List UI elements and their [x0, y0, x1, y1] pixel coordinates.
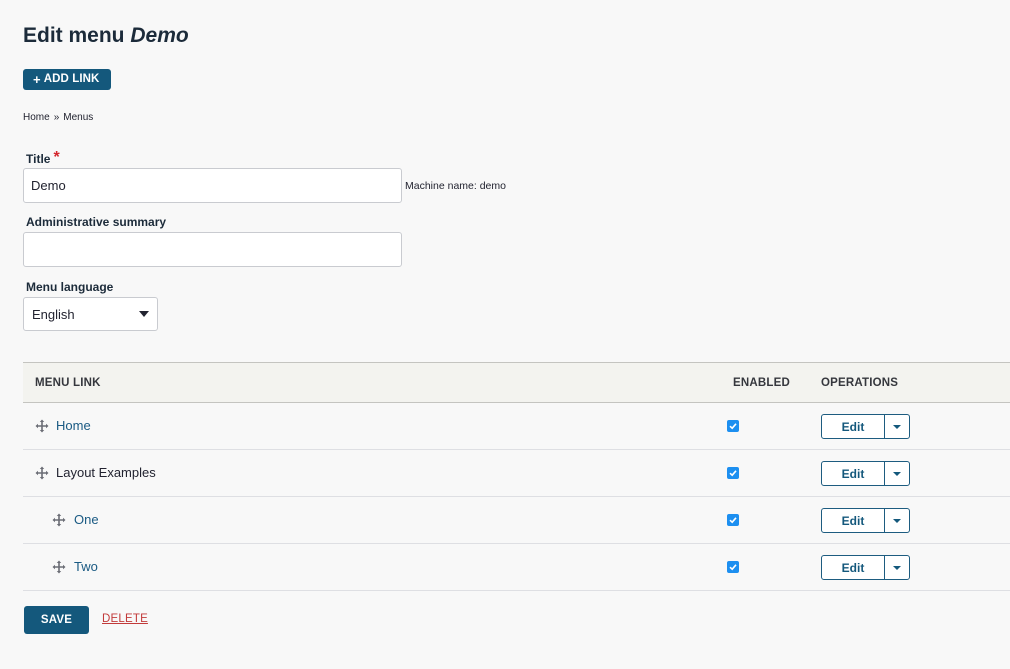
breadcrumb: Home » Menus	[23, 112, 93, 123]
title-input[interactable]	[23, 168, 402, 203]
page-title-prefix: Edit menu	[23, 24, 125, 47]
table-row: Two Edit	[23, 544, 1010, 591]
chevron-down-icon	[893, 471, 901, 476]
drag-handle-icon[interactable]	[35, 466, 49, 480]
chevron-down-icon	[893, 424, 901, 429]
operations-dropbutton: Edit	[821, 555, 910, 580]
menu-link-two[interactable]: Two	[74, 559, 98, 574]
operations-dropbutton: Edit	[821, 414, 910, 439]
header-operations: Operations	[821, 377, 899, 389]
caret-down-icon	[139, 311, 149, 317]
operations-dropbutton: Edit	[821, 461, 910, 486]
summary-field-label: Administrative summary	[26, 215, 167, 229]
language-select-value: English	[32, 306, 75, 322]
operations-toggle-button[interactable]	[885, 556, 909, 579]
table-row: Home Edit	[23, 403, 1010, 450]
operations-toggle-button[interactable]	[885, 509, 909, 532]
enabled-checkbox[interactable]	[727, 561, 739, 573]
check-icon	[729, 517, 737, 524]
delete-link[interactable]: Delete	[102, 613, 148, 625]
chevron-down-icon	[893, 565, 901, 570]
summary-input[interactable]	[23, 232, 402, 267]
menu-links-table: Menu link Enabled Operations Home Edit L…	[23, 362, 1010, 591]
breadcrumb-item-menus[interactable]: Menus	[63, 112, 93, 123]
menu-link-one[interactable]: One	[74, 512, 99, 527]
enabled-checkbox[interactable]	[727, 467, 739, 479]
edit-button[interactable]: Edit	[822, 462, 885, 485]
table-row: One Edit	[23, 497, 1010, 544]
enabled-checkbox[interactable]	[727, 420, 739, 432]
edit-menu-page: Edit menu Demo + Add link Home » Menus T…	[0, 0, 1010, 669]
operations-toggle-button[interactable]	[885, 462, 909, 485]
table-row: Layout Examples Edit	[23, 450, 1010, 497]
language-select[interactable]: English	[23, 297, 158, 331]
check-icon	[729, 564, 737, 571]
title-label-text: Title	[26, 152, 51, 166]
header-menu-link: Menu link	[35, 377, 101, 389]
drag-handle-icon[interactable]	[52, 513, 66, 527]
drag-handle-icon[interactable]	[35, 419, 49, 433]
check-icon	[729, 423, 737, 430]
enabled-checkbox[interactable]	[727, 514, 739, 526]
header-enabled: Enabled	[733, 377, 790, 389]
language-field-label: Menu language	[26, 280, 114, 294]
plus-icon: +	[33, 72, 41, 87]
chevron-down-icon	[893, 518, 901, 523]
machine-name-text: Machine name: demo	[405, 180, 506, 192]
add-link-button[interactable]: + Add link	[23, 69, 112, 90]
menu-link-home[interactable]: Home	[56, 418, 91, 433]
breadcrumb-separator: »	[53, 112, 60, 123]
table-header: Menu link Enabled Operations	[23, 362, 1010, 403]
edit-button[interactable]: Edit	[822, 556, 885, 579]
page-title-menu-name: Demo	[130, 24, 189, 47]
title-field-label: Title *	[26, 149, 60, 168]
edit-button[interactable]: Edit	[822, 415, 885, 438]
operations-dropbutton: Edit	[821, 508, 910, 533]
required-marker: *	[53, 149, 60, 166]
breadcrumb-item-home[interactable]: Home	[23, 112, 50, 123]
save-button[interactable]: Save	[24, 606, 89, 634]
drag-handle-icon[interactable]	[52, 560, 66, 574]
add-link-label: Add link	[43, 73, 100, 85]
page-title: Edit menu Demo	[23, 22, 189, 50]
check-icon	[729, 470, 737, 477]
operations-toggle-button[interactable]	[885, 415, 909, 438]
edit-button[interactable]: Edit	[822, 509, 885, 532]
menu-link-layout-examples: Layout Examples	[56, 465, 156, 480]
